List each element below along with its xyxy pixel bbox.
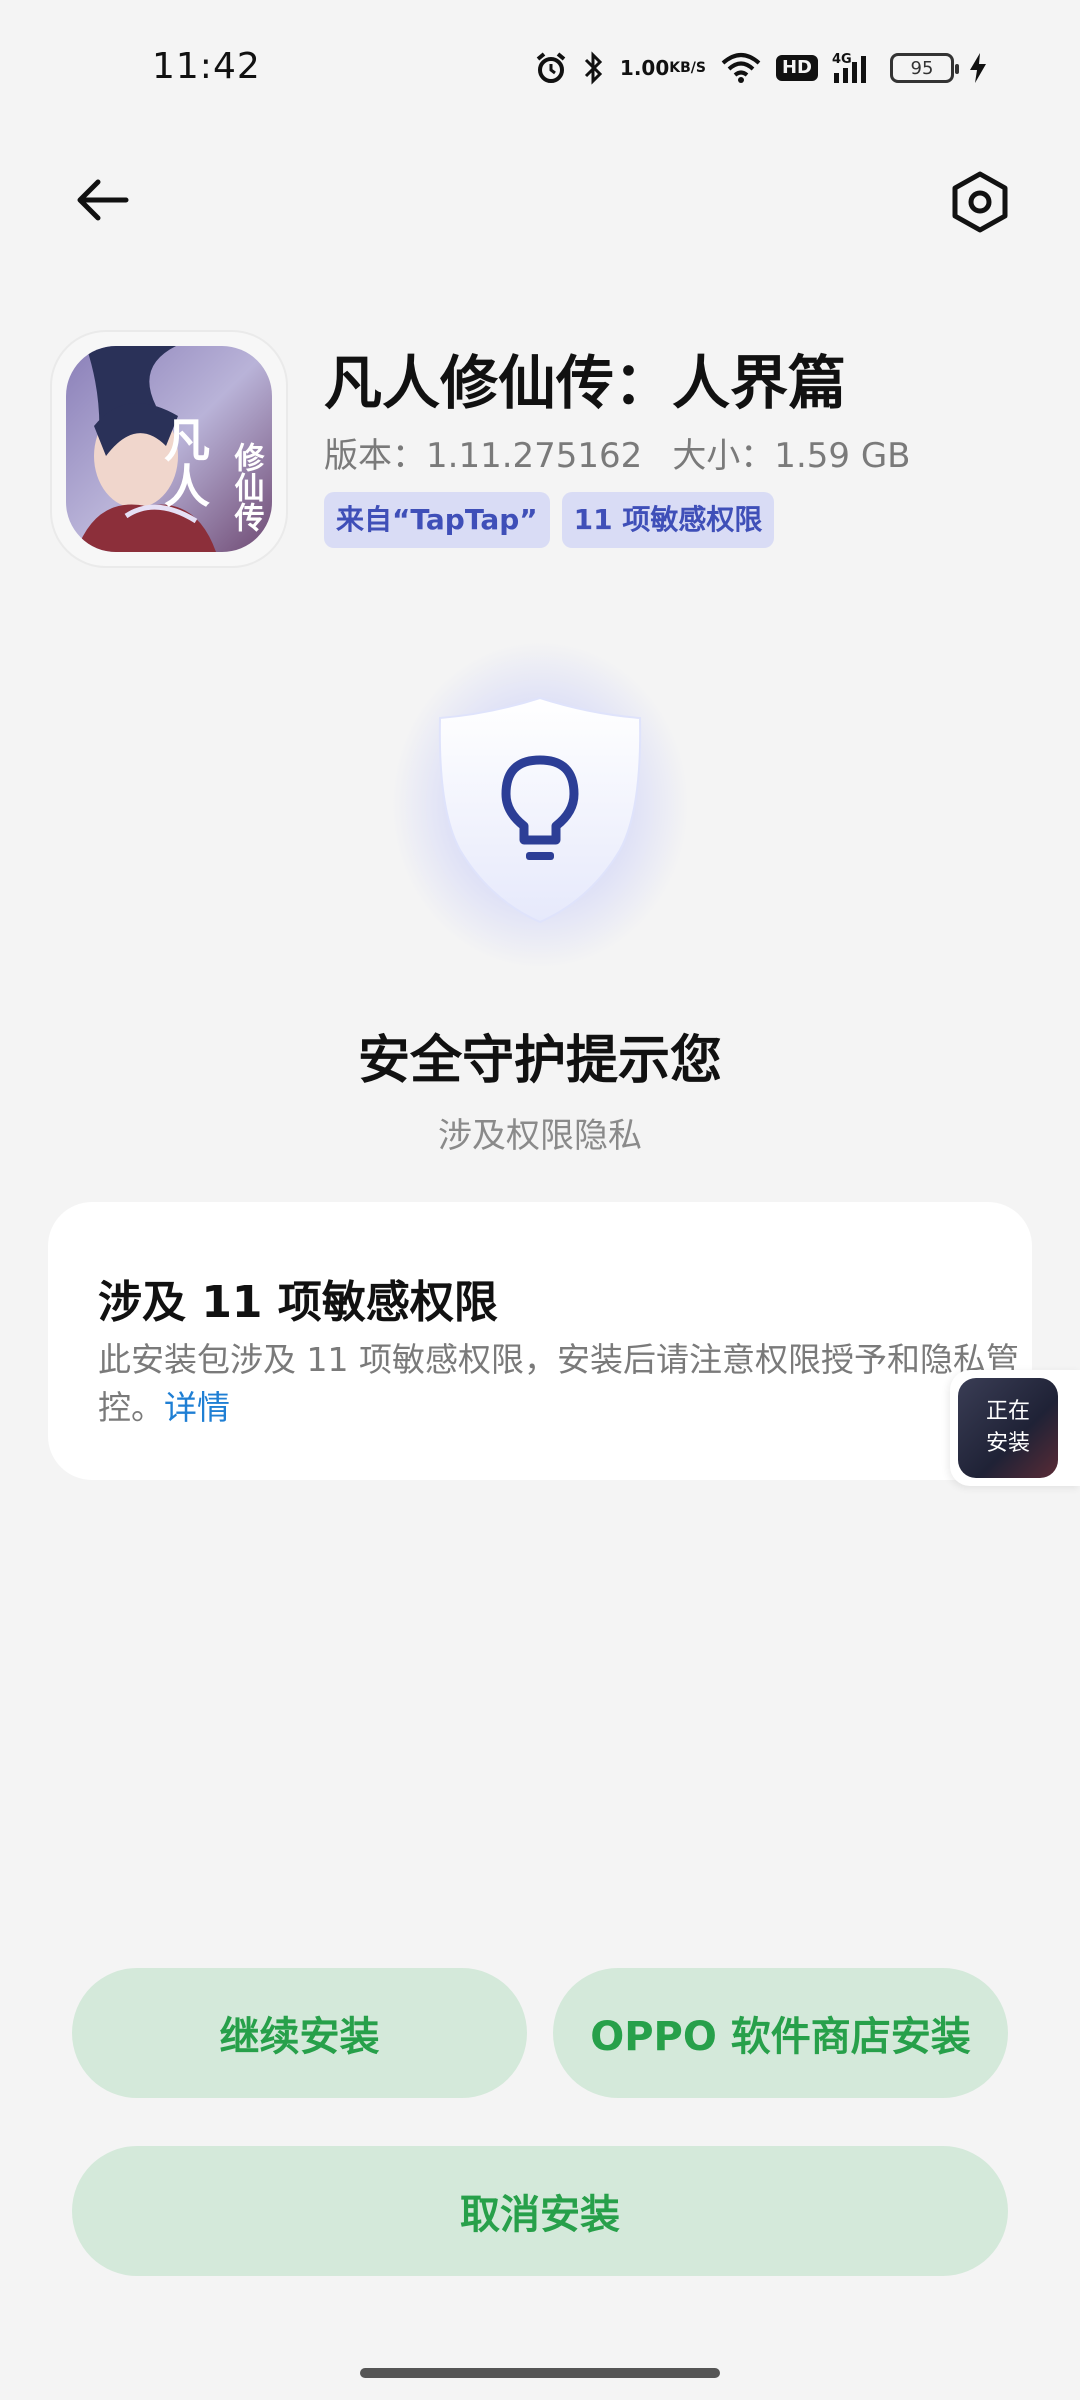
app-size: 大小：1.59 GB — [672, 436, 911, 476]
app-meta: 版本：1.11.275162 大小：1.59 GB — [324, 428, 911, 477]
battery-icon: 95 — [890, 53, 959, 83]
guard-title: 安全守护提示您 — [357, 1031, 722, 1091]
app-version: 版本：1.11.275162 — [324, 436, 643, 476]
back-button[interactable] — [66, 168, 138, 232]
wifi-icon — [720, 51, 762, 85]
card-body: 此安装包涉及 11 项敏感权限，安装后请注意权限授予和隐私管控。详情 — [98, 1336, 1038, 1432]
tag-permissions[interactable]: 11 项敏感权限 — [561, 492, 775, 548]
signal-icon: 4G — [832, 51, 876, 85]
alarm-icon — [534, 51, 568, 85]
app-icon-frame: 凡人 修仙传 — [50, 330, 288, 568]
svg-text:4G: 4G — [832, 52, 852, 67]
home-indicator[interactable] — [360, 2368, 720, 2378]
app-icon-subtitle: 修仙传 — [229, 442, 266, 532]
settings-button[interactable] — [942, 164, 1018, 240]
tag-source: 来自“TapTap” — [324, 492, 550, 548]
cancel-install-button[interactable]: 取消安装 — [72, 2146, 1008, 2276]
arrow-left-icon — [77, 179, 129, 221]
app-icon-title: 凡人 — [157, 416, 211, 508]
installing-line2: 安装 — [985, 1431, 1030, 1456]
charging-icon — [968, 51, 988, 85]
hd-badge: HD — [775, 55, 818, 81]
status-time: 11:42 — [152, 46, 261, 87]
installing-float-bubble[interactable]: 正在 安装 — [950, 1370, 1080, 1486]
shield-lightbulb-icon — [430, 690, 650, 930]
details-link[interactable]: 详情 — [164, 1388, 230, 1427]
guard-subtitle: 涉及权限隐私 — [438, 1116, 642, 1156]
installing-line1: 正在 — [985, 1399, 1030, 1424]
net-speed: 1.00 KB/S — [619, 56, 706, 80]
card-body-text: 此安装包涉及 11 项敏感权限，安装后请注意权限授予和隐私管控。 — [98, 1340, 1019, 1427]
status-icons: 1.00 KB/S HD 4G 95 — [534, 46, 988, 90]
installing-thumbnail: 正在 安装 — [958, 1378, 1058, 1478]
app-tags: 来自“TapTap” 11 项敏感权限 — [324, 492, 775, 548]
app-name: 凡人修仙传：人界篇 — [324, 349, 847, 417]
oppo-store-install-button[interactable]: OPPO 软件商店安装 — [553, 1968, 1008, 2098]
permission-card: 涉及 11 项敏感权限 此安装包涉及 11 项敏感权限，安装后请注意权限授予和隐… — [48, 1202, 1032, 1480]
card-title: 涉及 11 项敏感权限 — [98, 1277, 498, 1328]
bluetooth-icon — [582, 50, 606, 86]
app-icon: 凡人 修仙传 — [66, 346, 272, 552]
continue-install-button[interactable]: 继续安装 — [72, 1968, 527, 2098]
hex-settings-icon — [952, 171, 1008, 233]
